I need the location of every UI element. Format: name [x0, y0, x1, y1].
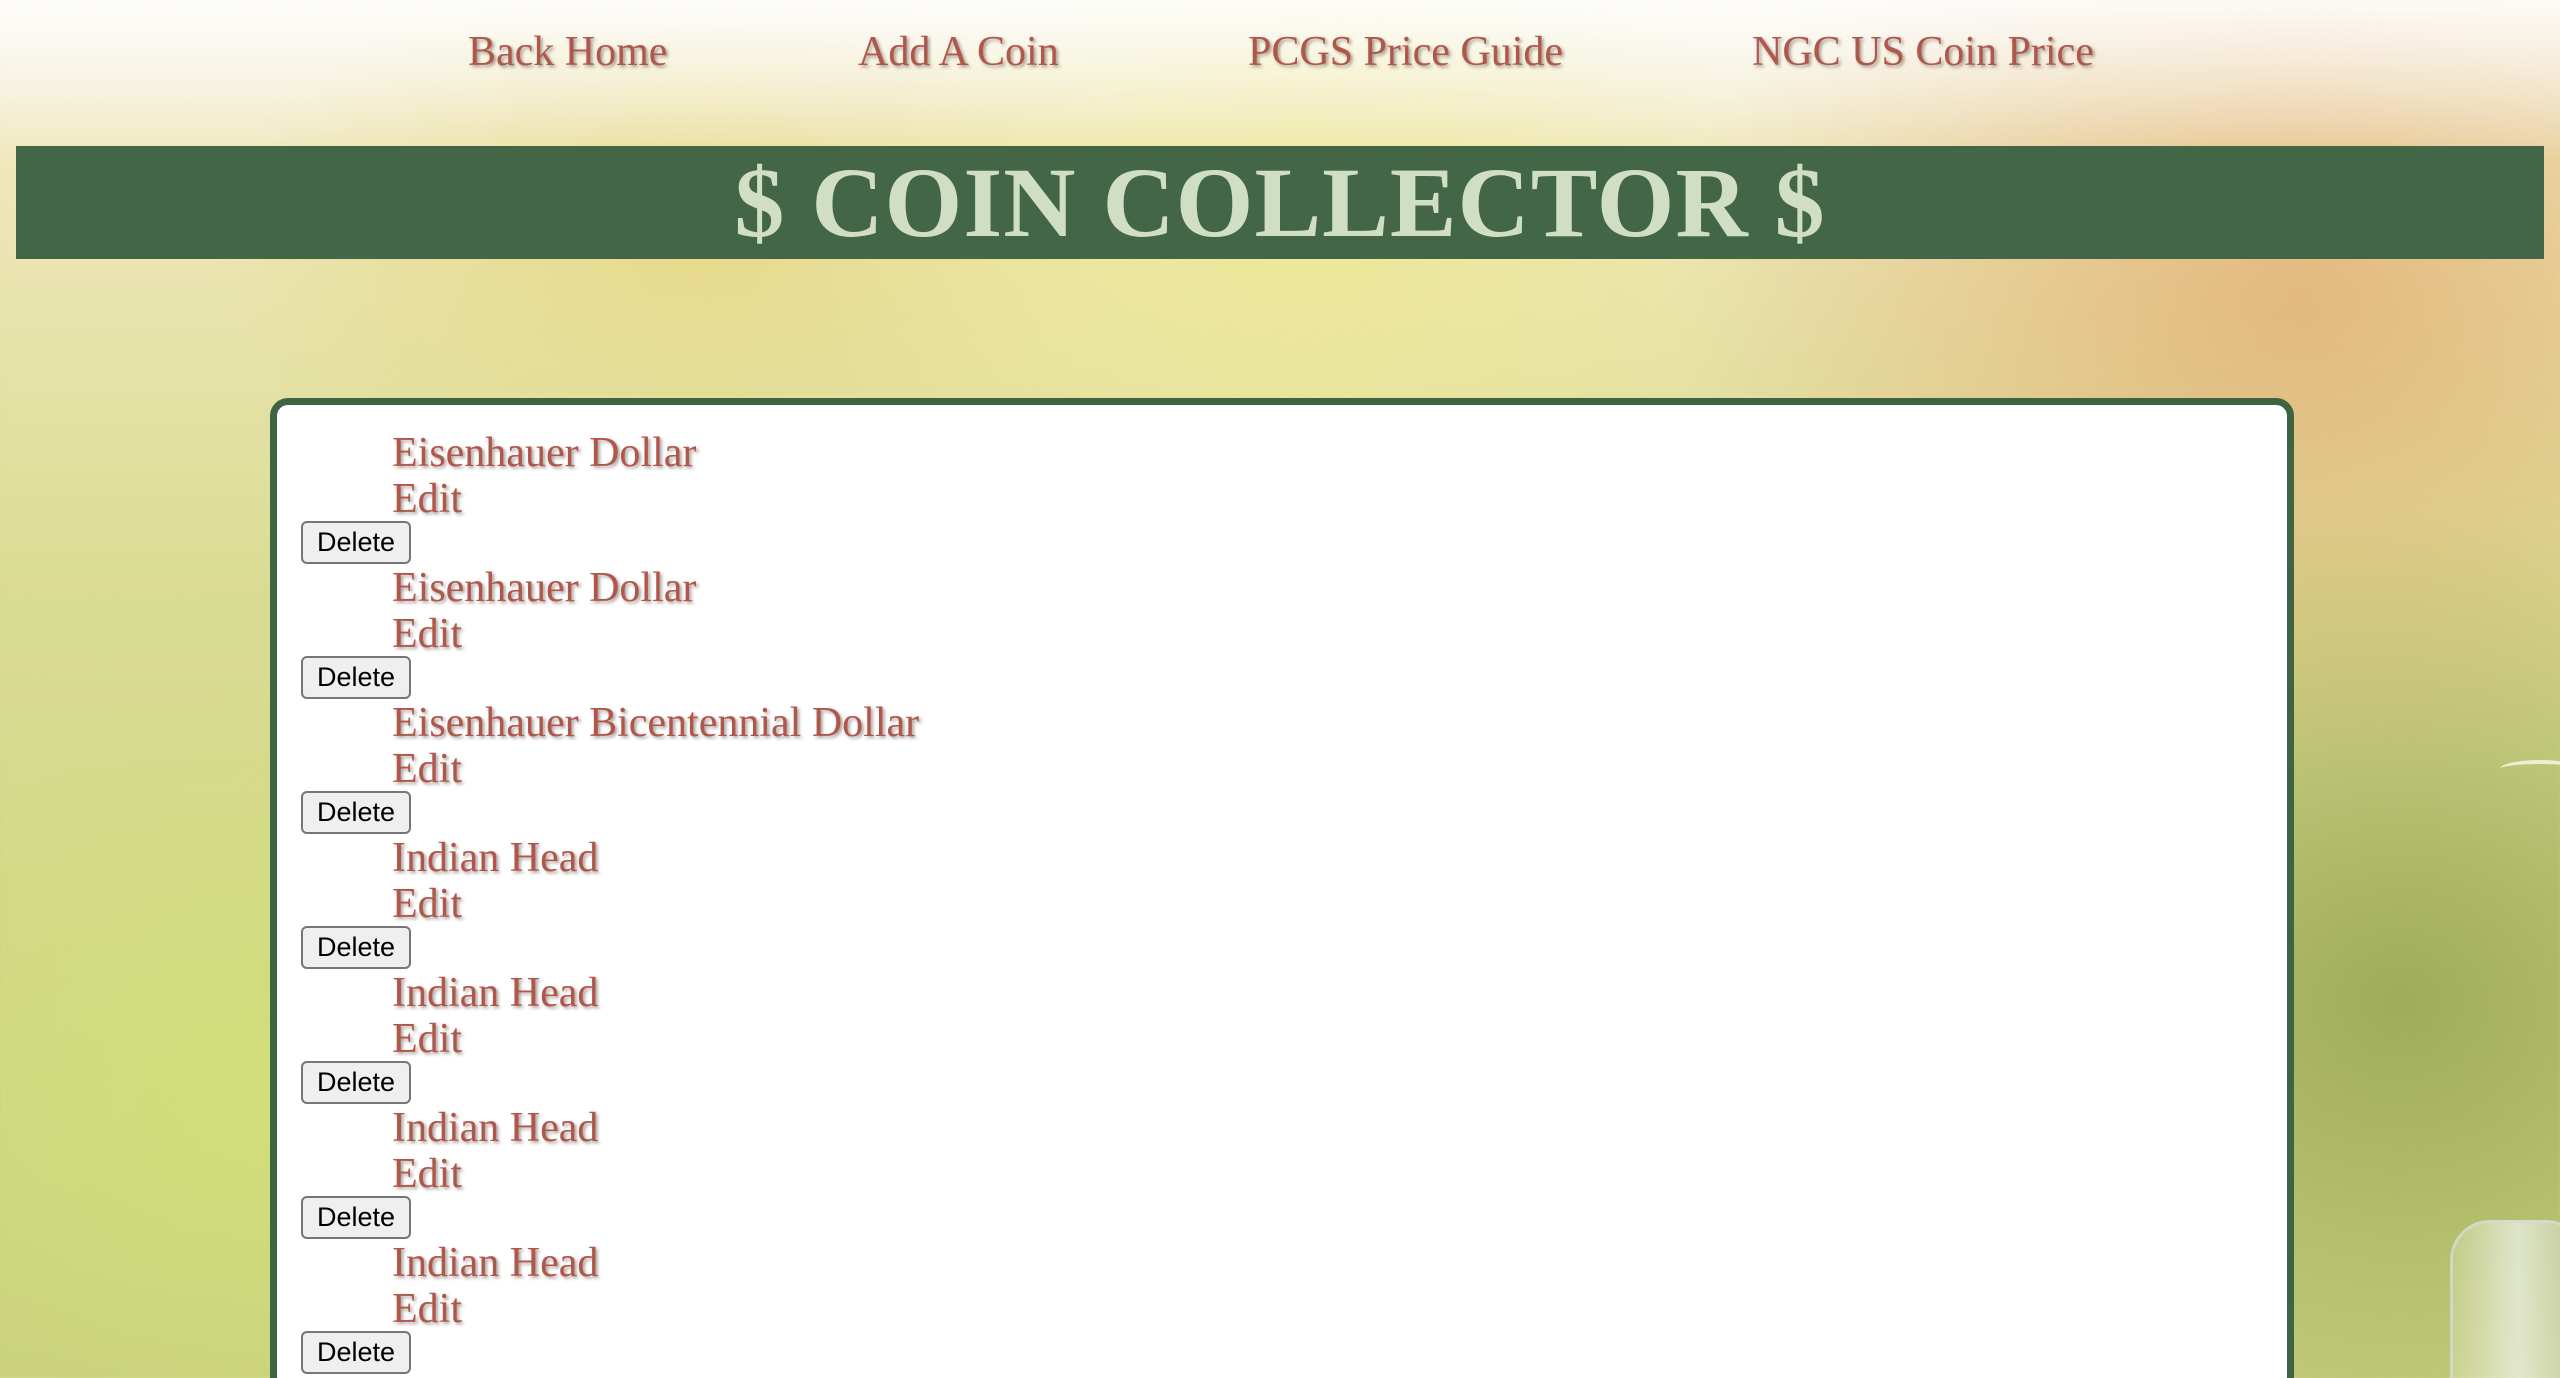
coin-list-item: Eisenhauer Dollar Edit Delete [301, 564, 2201, 699]
delete-button[interactable]: Delete [301, 926, 411, 969]
edit-link[interactable]: Edit [392, 475, 462, 523]
edit-link[interactable]: Edit [392, 610, 462, 658]
delete-button[interactable]: Delete [301, 656, 411, 699]
coin-list: Eisenhauer Dollar Edit Delete Eisenhauer… [301, 429, 2201, 1374]
coin-list-item: Indian Head Edit Delete [301, 1104, 2201, 1239]
coin-list-panel: Eisenhauer Dollar Edit Delete Eisenhauer… [270, 398, 2294, 1378]
edit-link[interactable]: Edit [392, 745, 462, 793]
coin-name[interactable]: Indian Head [392, 969, 598, 1017]
coin-name[interactable]: Eisenhauer Dollar [392, 564, 696, 612]
page-title: $ COIN COLLECTOR $ [734, 147, 1826, 258]
delete-button[interactable]: Delete [301, 1061, 411, 1104]
background-jar [2450, 1220, 2560, 1378]
edit-link[interactable]: Edit [392, 1285, 462, 1333]
nav-link-pcgs-price-guide[interactable]: PCGS Price Guide [1248, 28, 1563, 76]
coin-name[interactable]: Eisenhauer Dollar [392, 429, 696, 477]
edit-link[interactable]: Edit [392, 1150, 462, 1198]
edit-link[interactable]: Edit [392, 1015, 462, 1063]
coin-list-item: Eisenhauer Dollar Edit Delete [301, 429, 2201, 564]
coin-list-item: Eisenhauer Bicentennial Dollar Edit Dele… [301, 699, 2201, 834]
coin-list-item: Indian Head Edit Delete [301, 969, 2201, 1104]
coin-list-item: Indian Head Edit Delete [301, 1239, 2201, 1374]
edit-link[interactable]: Edit [392, 880, 462, 928]
nav-link-back-home[interactable]: Back Home [468, 28, 667, 76]
coin-name[interactable]: Indian Head [392, 1104, 598, 1152]
coin-name[interactable]: Eisenhauer Bicentennial Dollar [392, 699, 919, 747]
delete-button[interactable]: Delete [301, 521, 411, 564]
nav-link-ngc-coin-price[interactable]: NGC US Coin Price [1752, 28, 2094, 76]
coin-name[interactable]: Indian Head [392, 834, 598, 882]
background-jar-rim [2500, 760, 2560, 778]
delete-button[interactable]: Delete [301, 1331, 411, 1374]
delete-button[interactable]: Delete [301, 791, 411, 834]
delete-button[interactable]: Delete [301, 1196, 411, 1239]
coin-list-item: Indian Head Edit Delete [301, 834, 2201, 969]
top-navigation: Back Home Add A Coin PCGS Price Guide NG… [0, 18, 2560, 98]
nav-link-add-coin[interactable]: Add A Coin [858, 28, 1059, 76]
title-banner: $ COIN COLLECTOR $ [16, 146, 2544, 259]
coin-name[interactable]: Indian Head [392, 1239, 598, 1287]
